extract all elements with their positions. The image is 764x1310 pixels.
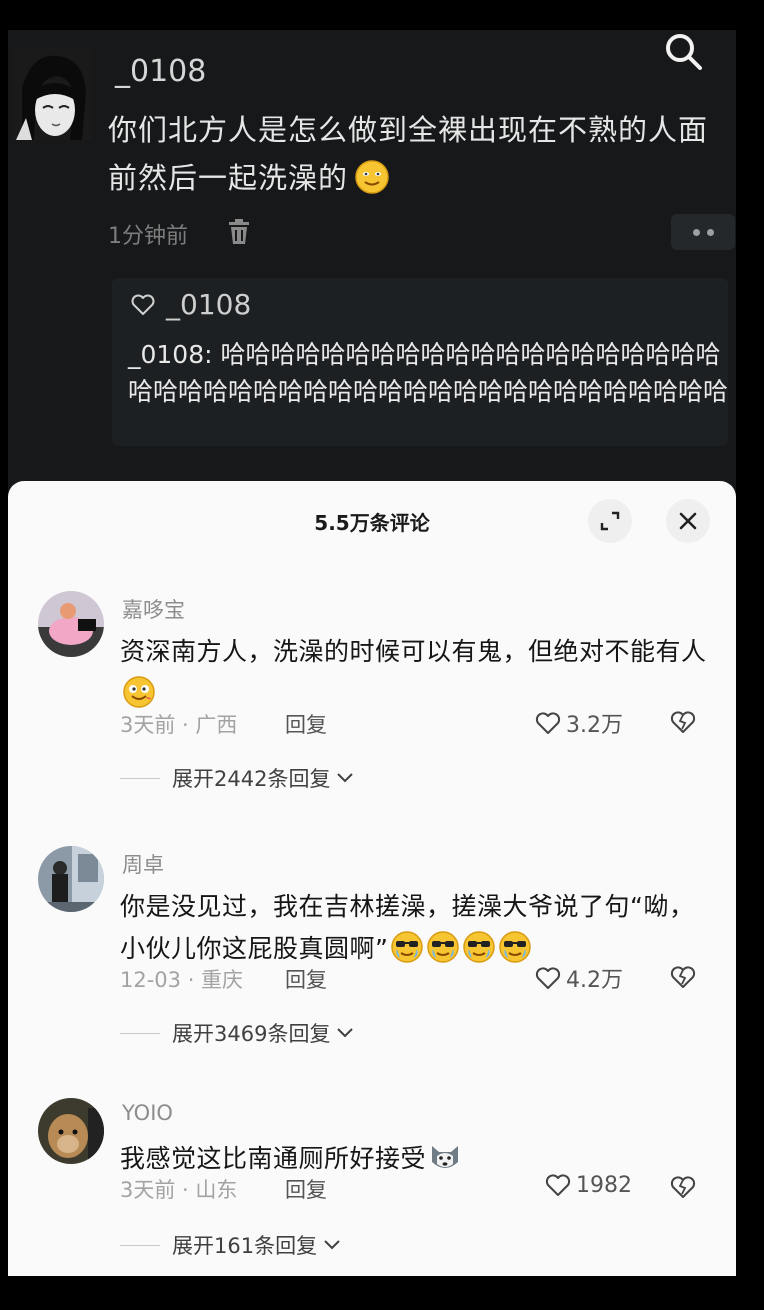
comment-username[interactable]: 周卓 [122, 849, 164, 879]
broken-heart-icon[interactable] [668, 962, 698, 992]
sunglasses-emoji-icon [390, 930, 424, 964]
expand-replies[interactable]: 展开2442条回复 [120, 763, 354, 793]
app-screen: _0108 你们北方人是怎么做到全裸出现在不熟的人面前然后一起洗澡的 1分钟前 [8, 30, 736, 1276]
comment-item: YOIO 我感觉这比南通厕所好接受 3天前 · 山东 回复 1982 展开161… [8, 1098, 736, 1276]
post-timestamp: 1分钟前 [108, 224, 188, 249]
post-text: 你们北方人是怎么做到全裸出现在不熟的人面前然后一起洗澡的 [108, 106, 733, 202]
avatar[interactable] [38, 846, 104, 912]
heart-icon [535, 967, 561, 989]
comment-meta: 3天前 · 广西 [120, 713, 238, 737]
like-count: 4.2万 [566, 968, 623, 993]
grin-emoji-icon [122, 675, 156, 709]
reply-button[interactable]: 回复 [285, 964, 327, 994]
comment-text-content: 资深南方人，洗澡的时候可以有鬼，但绝对不能有人 [120, 637, 707, 666]
sunglasses-emoji-icon [498, 930, 532, 964]
post-text-content: 你们北方人是怎么做到全裸出现在不熟的人面前然后一起洗澡的 [108, 113, 709, 195]
reply-button[interactable]: 回复 [285, 709, 327, 739]
husky-emoji-icon [428, 1140, 462, 1174]
close-icon[interactable] [666, 499, 710, 543]
like-count: 3.2万 [566, 713, 623, 738]
heart-icon [545, 1174, 571, 1196]
quoted-comment[interactable]: _0108 _0108: 哈哈哈哈哈哈哈哈哈哈哈哈哈哈哈哈哈哈哈哈哈哈哈哈哈哈哈… [112, 278, 728, 446]
like-button[interactable]: 3.2万 [534, 707, 623, 739]
comment-text: 你是没见过，我在吉林搓澡，搓澡大爷说了句“呦，小伙儿你这屁股真圆啊” [120, 886, 710, 970]
sunglasses-emoji-icon [462, 930, 496, 964]
more-dots-icon[interactable] [671, 214, 735, 250]
trash-icon[interactable] [226, 218, 252, 246]
comment-text: 资深南方人，洗澡的时候可以有鬼，但绝对不能有人 [120, 631, 710, 715]
expand-replies-label: 展开3469条回复 [172, 1022, 331, 1046]
comment-meta: 12-03 · 重庆 [120, 968, 244, 992]
broken-heart-icon[interactable] [668, 707, 698, 737]
comment-username[interactable]: YOIO [122, 1101, 173, 1125]
heart-icon [535, 712, 561, 734]
smile-emoji-icon [354, 159, 390, 195]
expand-replies[interactable]: 展开3469条回复 [120, 1018, 354, 1048]
comment-item: 周卓 你是没见过，我在吉林搓澡，搓澡大爷说了句“呦，小伙儿你这屁股真圆啊” 12… [8, 846, 736, 1096]
comment-username[interactable]: 嘉哆宝 [122, 594, 185, 624]
post-avatar[interactable] [12, 48, 92, 140]
chevron-down-icon [337, 1028, 354, 1038]
quote-username: _0108 [166, 288, 252, 321]
expand-replies-label: 展开2442条回复 [172, 767, 331, 791]
post-panel: _0108 你们北方人是怎么做到全裸出现在不熟的人面前然后一起洗澡的 1分钟前 [8, 30, 736, 485]
expand-icon[interactable] [588, 499, 632, 543]
sunglasses-emoji-icon [426, 930, 460, 964]
comment-meta: 3天前 · 山东 [120, 1178, 238, 1202]
search-icon[interactable] [658, 30, 710, 78]
quote-text: _0108: 哈哈哈哈哈哈哈哈哈哈哈哈哈哈哈哈哈哈哈哈哈哈哈哈哈哈哈哈哈哈哈哈哈… [128, 340, 729, 406]
like-button[interactable]: 1982 [544, 1172, 632, 1198]
broken-heart-icon[interactable] [668, 1172, 698, 1202]
divider [120, 1244, 160, 1246]
comment-sheet: 5.5万条评论 嘉哆宝 资深南方人，洗澡的时候可以有鬼，但绝对不能有人 3天前 … [8, 481, 736, 1276]
divider [120, 777, 160, 779]
chevron-down-icon [324, 1240, 340, 1250]
expand-replies-label: 展开161条回复 [172, 1234, 318, 1258]
post-username[interactable]: _0108 [115, 54, 206, 89]
dot [693, 229, 700, 236]
dot [707, 229, 714, 236]
like-button[interactable]: 4.2万 [534, 962, 623, 994]
expand-replies[interactable]: 展开161条回复 [120, 1230, 341, 1260]
heart-icon [131, 294, 155, 315]
chevron-down-icon [337, 773, 354, 783]
quote-header: _0108 [130, 288, 251, 321]
avatar[interactable] [38, 1098, 104, 1164]
divider [120, 1032, 160, 1034]
reply-button[interactable]: 回复 [285, 1174, 327, 1204]
comment-text-content: 我感觉这比南通厕所好接受 [120, 1144, 427, 1173]
comment-item: 嘉哆宝 资深南方人，洗澡的时候可以有鬼，但绝对不能有人 3天前 · 广西 回复 … [8, 591, 736, 841]
like-count: 1982 [576, 1172, 632, 1198]
avatar[interactable] [38, 591, 104, 657]
